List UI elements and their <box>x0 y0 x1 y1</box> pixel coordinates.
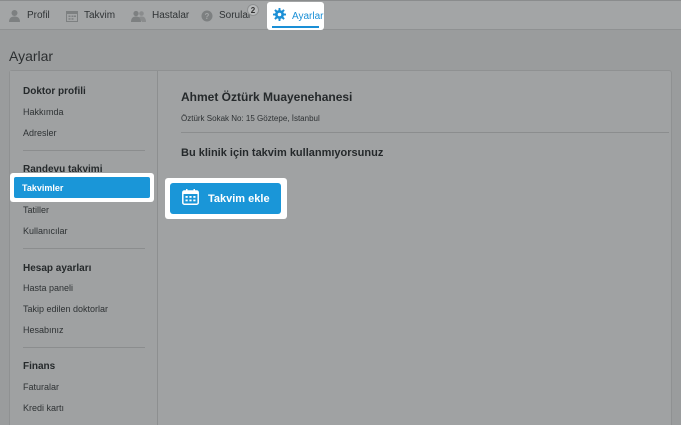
sidebar-item-faturalar[interactable]: Faturalar <box>23 382 59 392</box>
sidebar-item-hasta-paneli[interactable]: Hasta paneli <box>23 283 73 293</box>
calendar-icon <box>182 189 199 208</box>
nav-hastalar[interactable]: Hastalar <box>131 1 189 30</box>
questions-count-badge: 2 <box>247 4 259 16</box>
sidebar-section-doktor-profili: Doktor profili <box>23 86 86 97</box>
nav-takvim-label: Takvim <box>84 10 116 21</box>
nav-ayarlar-label: Ayarlar <box>292 10 324 22</box>
sidebar-divider <box>23 150 145 151</box>
sidebar-divider <box>23 248 145 249</box>
sidebar-item-kredi-karti[interactable]: Kredi kartı <box>23 403 64 413</box>
sidebar-section-finans: Finans <box>23 361 56 372</box>
sidebar-section-hesap-ayarlari: Hesap ayarları <box>23 263 92 274</box>
no-calendar-notice: Bu klinik için takvim kullanmıyorsunuz <box>181 147 384 159</box>
nav-ayarlar[interactable]: Ayarlar <box>267 2 324 30</box>
calendar-icon <box>66 10 78 22</box>
nav-hastalar-label: Hastalar <box>152 10 190 21</box>
nav-sorular[interactable]: ? Sorular <box>201 1 251 30</box>
sidebar-item-tatiller[interactable]: Tatiller <box>23 205 49 215</box>
sidebar-item-kullanicilar[interactable]: Kullanıcılar <box>23 226 68 236</box>
add-calendar-highlight: Takvim ekle <box>165 178 287 219</box>
sidebar-item-hakkimda[interactable]: Hakkımda <box>23 107 64 117</box>
sidebar-divider <box>23 347 145 348</box>
add-calendar-label: Takvim ekle <box>208 192 270 205</box>
nav-profil-label: Profil <box>27 10 50 21</box>
add-calendar-button[interactable]: Takvim ekle <box>170 183 281 214</box>
settings-panel: Doktor profili Hakkımda Adresler Randevu… <box>9 70 672 425</box>
page-title: Ayarlar <box>9 48 54 64</box>
top-navigation: Profil Takvim Hastalar ? Sorular 2 Ayarl… <box>0 0 681 30</box>
sidebar-item-adresler[interactable]: Adresler <box>23 128 57 138</box>
settings-sidebar: Doktor profili Hakkımda Adresler Randevu… <box>10 71 158 425</box>
user-icon <box>8 9 21 22</box>
sidebar-item-hesabiniz[interactable]: Hesabınız <box>23 325 64 335</box>
sidebar-item-takip-edilen-doktorlar[interactable]: Takip edilen doktorlar <box>23 304 108 314</box>
sidebar-item-takvimler[interactable]: Takvimler <box>14 177 150 198</box>
nav-takvim[interactable]: Takvim <box>66 1 115 30</box>
active-tab-underline <box>272 26 319 28</box>
active-sidebar-highlight: Takvimler <box>10 173 154 202</box>
settings-content: Ahmet Öztürk Muayenehanesi Öztürk Sokak … <box>168 71 671 425</box>
nav-profil[interactable]: Profil <box>8 1 50 30</box>
users-icon <box>131 10 146 22</box>
sidebar-item-takvimler-label: Takvimler <box>22 182 64 193</box>
svg-text:?: ? <box>205 12 210 21</box>
clinic-name: Ahmet Öztürk Muayenehanesi <box>181 90 353 104</box>
clinic-address: Öztürk Sokak No: 15 Göztepe, İstanbul <box>181 114 320 123</box>
question-icon: ? <box>201 10 213 22</box>
gear-icon <box>273 8 286 24</box>
content-divider <box>181 132 669 133</box>
